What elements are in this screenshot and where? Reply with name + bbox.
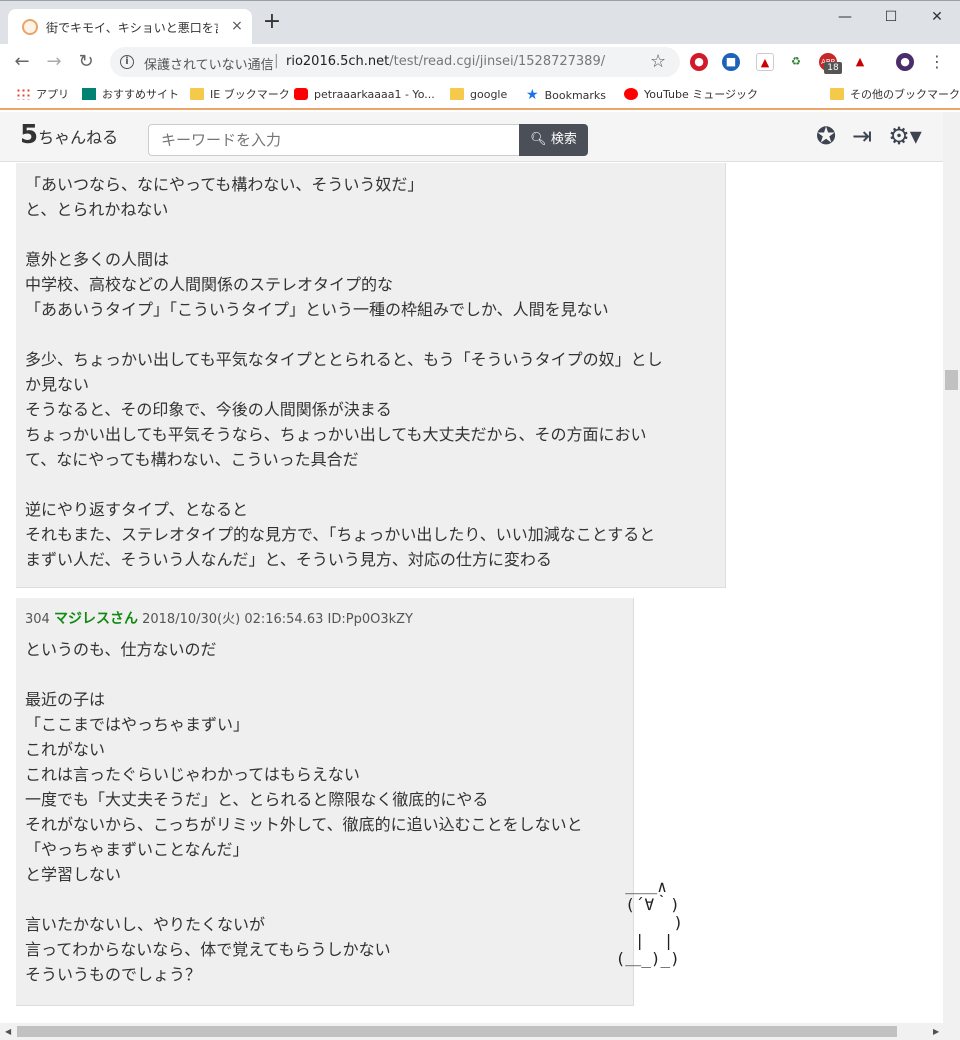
bing-icon: [82, 88, 96, 100]
bookmark-label: その他のブックマーク: [850, 88, 960, 101]
extension-badge: 18: [824, 62, 842, 74]
url-separator: |: [274, 53, 279, 69]
youtube-music-icon: [624, 88, 638, 100]
extension-icon[interactable]: ▲: [756, 53, 774, 71]
scroll-right-icon[interactable]: ▶: [933, 1027, 939, 1036]
bookmark-star-icon[interactable]: ☆: [650, 51, 666, 72]
forward-arrow-icon[interactable]: →: [42, 50, 66, 74]
bookmark-ie[interactable]: IE ブックマーク: [190, 86, 290, 104]
folder-icon: [830, 88, 844, 100]
url-path: /test/read.cgi/jinsei/1528727389/: [389, 54, 606, 69]
close-window-button[interactable]: ✕: [914, 7, 960, 27]
pdf-icon[interactable]: ▲: [851, 53, 869, 71]
new-tab-button[interactable]: +: [262, 11, 282, 33]
post-date: 2018/10/30(火) 02:16:54.63 ID:Pp0O3kZY: [142, 612, 413, 627]
post-meta: 304 マジレスさん 2018/10/30(火) 02:16:54.63 ID:…: [25, 608, 413, 628]
apps-grid-icon: [16, 88, 30, 100]
browser-tab[interactable]: 街でキモイ、キショいと悪口を言われる ×: [8, 9, 252, 45]
extension-icon[interactable]: ●: [690, 53, 708, 71]
reload-icon[interactable]: ↻: [74, 50, 98, 74]
search-input[interactable]: [148, 124, 520, 156]
site-logo[interactable]: 5ちゃんねる: [20, 120, 118, 150]
extension-icon[interactable]: ■: [722, 53, 740, 71]
logo-number: 5: [20, 120, 39, 150]
star-icon: ★: [526, 87, 539, 103]
bookmark-bookmarks[interactable]: ★ Bookmarks: [526, 86, 606, 104]
maximize-button[interactable]: ☐: [868, 7, 914, 27]
poster-name: マジレスさん: [53, 611, 138, 627]
post-continued: 「あいつなら、なにやっても構わない、そういう奴だ」 と、とられかねない 意外と多…: [16, 163, 726, 588]
favicon-icon: [22, 19, 38, 35]
login-icon[interactable]: ⇥: [848, 122, 876, 150]
bookmark-recommended[interactable]: おすすめサイト: [82, 86, 179, 104]
post-body: というのも、仕方ないのだ 最近の子は 「ここまではやっちゃまずい」 これがない …: [25, 640, 583, 984]
back-arrow-icon[interactable]: ←: [10, 50, 34, 74]
ascii-art: ＿＿∧ (´∀｀) ) | | (＿_)_): [615, 877, 684, 968]
logo-text: ちゃんねる: [38, 128, 119, 147]
bookmark-label: petraaarkaaaa1 - Yo...: [314, 88, 435, 101]
info-icon[interactable]: i: [120, 55, 134, 69]
bookmark-label: IE ブックマーク: [210, 88, 290, 101]
bookmark-label: google: [470, 88, 508, 101]
bookmark-apps[interactable]: アプリ: [16, 86, 69, 104]
bookmark-label: アプリ: [36, 88, 69, 101]
browser-toolbar: ← → ↻ i 保護されていない通信 | rio2016.5ch.net/tes…: [0, 44, 960, 80]
bookmark-youtube-music[interactable]: YouTube ミュージック: [624, 86, 758, 104]
vertical-scroll-thumb[interactable]: [945, 370, 958, 390]
post-304: 304 マジレスさん 2018/10/30(火) 02:16:54.63 ID:…: [16, 598, 634, 1006]
url-text[interactable]: rio2016.5ch.net/test/read.cgi/jinsei/152…: [286, 54, 605, 69]
recycle-icon[interactable]: ♻: [787, 53, 805, 71]
settings-gear-icon[interactable]: ⚙▾: [886, 122, 924, 150]
menu-icon[interactable]: ⋮: [928, 53, 946, 71]
address-bar[interactable]: i 保護されていない通信 | rio2016.5ch.net/test/read…: [110, 47, 680, 77]
security-status: 保護されていない通信: [144, 58, 274, 73]
vertical-scrollbar[interactable]: [943, 112, 960, 1024]
title-bar: 街でキモイ、キショいと悪口を言われる × + — ☐ ✕: [0, 0, 960, 45]
horizontal-scroll-thumb[interactable]: [17, 1026, 897, 1037]
post-number[interactable]: 304: [25, 612, 50, 627]
bookmark-label: Bookmarks: [544, 89, 607, 102]
folder-icon: [190, 88, 204, 100]
search-button[interactable]: 🔍︎ 検索: [519, 124, 588, 156]
url-host: rio2016.5ch.net: [286, 54, 390, 69]
tab-title: 街でキモイ、キショいと悪口を言われる: [46, 21, 218, 35]
award-icon[interactable]: ✪: [812, 122, 840, 150]
search-button-label: 検索: [550, 132, 577, 147]
search-icon: 🔍︎: [530, 132, 547, 147]
post-body: 「あいつなら、なにやっても構わない、そういう奴だ」 と、とられかねない 意外と多…: [25, 175, 663, 569]
bookmark-google[interactable]: google: [450, 86, 507, 104]
profile-avatar[interactable]: ●: [896, 53, 914, 71]
scroll-left-icon[interactable]: ◀: [5, 1027, 11, 1036]
youtube-icon: [294, 88, 308, 100]
minimize-button[interactable]: —: [822, 7, 868, 27]
bookmark-other[interactable]: その他のブックマーク: [830, 86, 960, 104]
tab-close-icon[interactable]: ×: [228, 17, 246, 35]
bookmark-label: YouTube ミュージック: [644, 88, 759, 101]
bookmark-label: おすすめサイト: [102, 88, 179, 101]
bookmark-youtube-channel[interactable]: petraaarkaaaa1 - Yo...: [294, 86, 435, 104]
folder-icon: [450, 88, 464, 100]
bookmarks-bar: アプリ おすすめサイト IE ブックマーク petraaarkaaaa1 - Y…: [0, 80, 960, 110]
